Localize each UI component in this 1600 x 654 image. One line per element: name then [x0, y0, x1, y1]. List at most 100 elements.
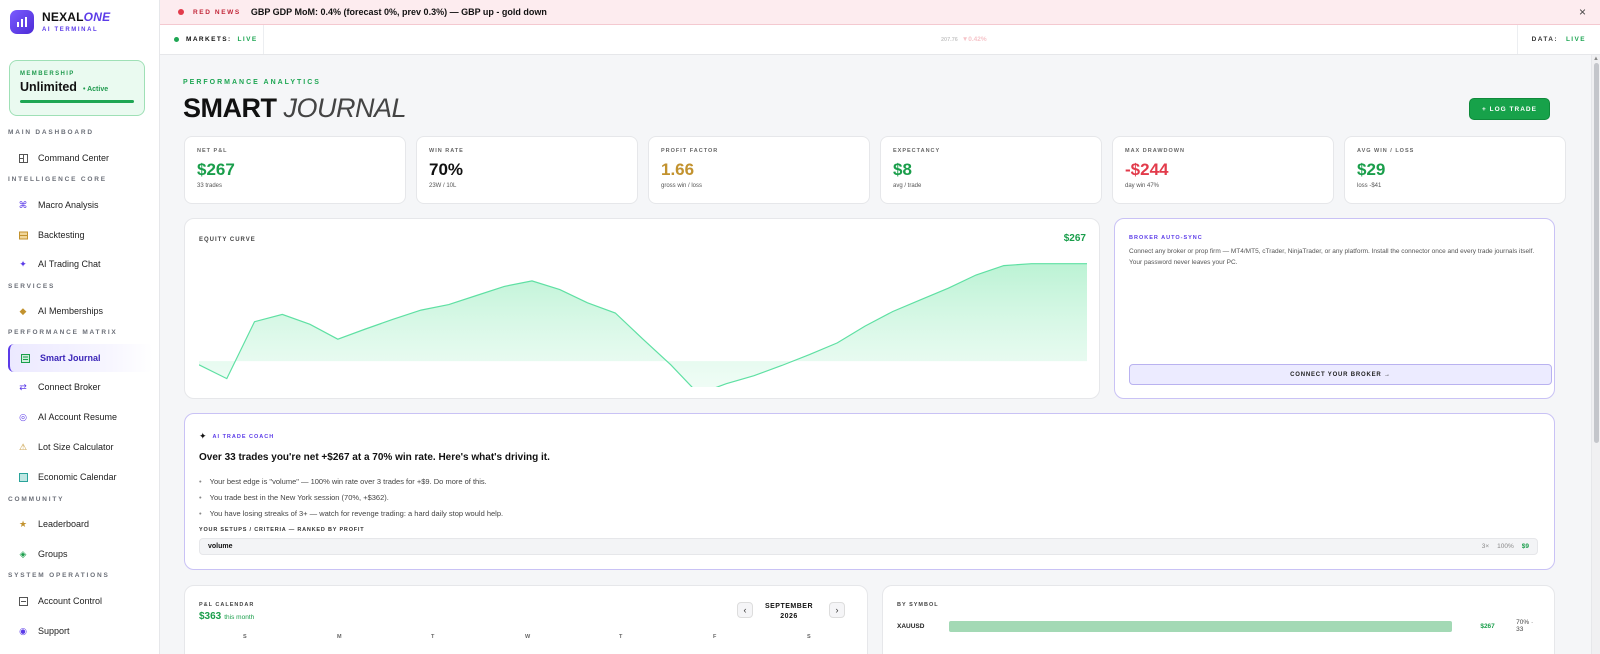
page-kicker: PERFORMANCE ANALYTICS [183, 79, 321, 86]
sidebar-item-label: Lot Size Calculator [38, 442, 114, 452]
symbol-bar-track [948, 620, 1453, 632]
equity-chart [199, 263, 1087, 387]
sidebar-item-label: Account Control [38, 596, 103, 606]
kpi-win-rate: WIN RATE 70% 23W / 10L [416, 136, 638, 204]
kpi-net-pnl: NET P&L $267 33 trades [184, 136, 406, 204]
star-icon: ★ [18, 518, 28, 529]
calendar-label: P&L CALENDAR [199, 602, 255, 608]
list-item: • You have losing streaks of 3+ — watch f… [199, 508, 504, 518]
sidebar-item-label: Economic Calendar [38, 472, 117, 482]
section-performance-matrix: PERFORMANCE MATRIX [8, 329, 118, 336]
ticker-item[interactable]: GBPUSD1.35264▲0.13% [1019, 25, 1517, 54]
sparkle-icon: ✦ [199, 431, 207, 441]
symbol-row[interactable]: XAUUSD $267 70% · 33 [897, 619, 1542, 633]
ticker-item[interactable]: 207.76 ▼0.42% [264, 25, 987, 54]
sidebar-item-groups[interactable]: ◈ Groups [8, 540, 153, 568]
by-symbol-label: BY SYMBOL [897, 602, 939, 608]
sidebar-item-label: Support [38, 626, 70, 636]
equity-area [199, 263, 1087, 387]
ticker-list: 207.76▼0.42%GBPUSD1.35264▲0.13%NZDUSD0.5… [264, 25, 1517, 54]
section-services: SERVICES [8, 283, 56, 290]
logo-subtitle: AI TERMINAL [42, 27, 99, 33]
sparkle-icon: ✦ [19, 258, 27, 269]
scrollbar-thumb[interactable] [1594, 63, 1599, 443]
equity-label: EQUITY CURVE [199, 237, 256, 243]
calendar-prev-button[interactable]: ‹ [737, 602, 753, 618]
setup-row[interactable]: volume 3× 100% $9 [199, 538, 1538, 555]
main-content: PERFORMANCE ANALYTICS SMART JOURNAL + LO… [160, 55, 1600, 654]
sidebar-item-label: Groups [38, 549, 68, 559]
settings-icon [18, 596, 28, 606]
gem-icon: ◈ [19, 548, 27, 559]
data-status: DATA: LIVE [1516, 25, 1600, 54]
sidebar-item-economic-calendar[interactable]: Economic Calendar [8, 463, 153, 491]
broker-sync-card: BROKER AUTO-SYNC Connect any broker or p… [1114, 218, 1555, 399]
membership-value: Unlimited [20, 80, 77, 94]
sidebar-item-label: Smart Journal [40, 353, 101, 363]
membership-bar [20, 100, 134, 103]
live-dot-icon [174, 37, 179, 42]
sidebar-item-support[interactable]: ◉ Support [8, 617, 153, 645]
sidebar-item-ai-trading-chat[interactable]: ✦ AI Trading Chat [8, 250, 153, 278]
news-banner: RED NEWS GBP GDP MoM: 0.4% (forecast 0%,… [160, 0, 1600, 25]
membership-label: MEMBERSHIP [20, 71, 75, 77]
news-tag: RED NEWS [193, 8, 241, 16]
command-icon: ⌘ [18, 199, 28, 210]
connect-broker-button[interactable]: CONNECT YOUR BROKER → [1129, 364, 1552, 385]
calendar-value: $363 this month [199, 611, 255, 622]
sidebar-item-backtesting[interactable]: Backtesting [8, 221, 153, 249]
broker-label: BROKER AUTO-SYNC [1129, 235, 1203, 241]
scroll-up-icon[interactable]: ▲ [1593, 56, 1599, 62]
logo-mark-icon [10, 10, 34, 34]
section-system-operations: SYSTEM OPERATIONS [8, 572, 110, 579]
sidebar-item-ai-memberships[interactable]: ◆ AI Memberships [8, 297, 153, 325]
list-item: • You trade best in the New York session … [199, 492, 389, 502]
pnl-calendar-card: P&L CALENDAR $363 this month ‹ SEPTEMBER 2… [184, 585, 868, 654]
section-main-dashboard: MAIN DASHBOARD [8, 129, 94, 136]
weekday-label: S [243, 634, 247, 640]
page-scrollbar[interactable]: ▲ [1591, 55, 1600, 654]
news-alert-dot [178, 9, 184, 15]
symbol-bar-fill [948, 620, 1453, 632]
warning-icon: ⚠ [18, 441, 28, 452]
section-intelligence-core: INTELLIGENCE CORE [8, 176, 107, 183]
logo[interactable]: NEXALONE AI TERMINAL [10, 10, 110, 34]
journal-icon [20, 353, 30, 363]
calendar-next-button[interactable]: › [829, 602, 845, 618]
sidebar-item-label: AI Account Resume [38, 412, 118, 422]
sidebar-item-leaderboard[interactable]: ★ Leaderboard [8, 510, 153, 538]
sidebar-item-label: Macro Analysis [38, 200, 99, 210]
sidebar-item-macro-analysis[interactable]: ⌘ Macro Analysis [8, 191, 153, 219]
target-icon: ◎ [19, 411, 27, 422]
market-ticker: MARKETS: LIVE 207.76▼0.42% GBPUSD1.35264▲… [160, 25, 1600, 55]
markets-status: MARKETS: LIVE [160, 25, 264, 54]
close-icon[interactable]: × [1579, 5, 1586, 19]
setups-label: YOUR SETUPS / CRITERIA — RANKED BY PROFI… [199, 527, 365, 533]
calendar-month: SEPTEMBER 2026 [764, 603, 814, 620]
sidebar: NEXALONE AI TERMINAL MEMBERSHIP Unlimite… [0, 0, 160, 654]
sidebar-item-label: AI Memberships [38, 306, 104, 316]
weekday-label: S [807, 634, 811, 640]
sidebar-item-command-center[interactable]: Command Center [8, 144, 153, 172]
calendar-icon [18, 472, 28, 482]
app-root: NEXALONE AI TERMINAL MEMBERSHIP Unlimite… [0, 0, 1600, 654]
sidebar-item-smart-journal[interactable]: Smart Journal [8, 344, 153, 372]
broker-description: Connect any broker or prop firm — MT4/MT… [1129, 248, 1535, 266]
coach-insights: • Your best edge is "volume" — 100% win r… [199, 473, 503, 521]
grid-icon [18, 153, 28, 163]
kpi-avg-win-loss: AVG WIN / LOSS $29 loss -$41 [1344, 136, 1566, 204]
news-text: GBP GDP MoM: 0.4% (forecast 0%, prev 0.3… [250, 7, 547, 17]
arrows-icon: ⇄ [19, 381, 27, 392]
sidebar-item-lot-size-calculator[interactable]: ⚠ Lot Size Calculator [8, 433, 153, 461]
weekday-label: W [525, 634, 531, 640]
sidebar-item-label: AI Trading Chat [38, 259, 101, 269]
sidebar-item-connect-broker[interactable]: ⇄ Connect Broker [8, 373, 153, 401]
weekday-label: M [337, 634, 342, 640]
ai-coach-card: ✦ AI TRADE COACH Over 33 trades you're n… [184, 413, 1555, 570]
log-trade-button[interactable]: + LOG TRADE [1469, 98, 1550, 120]
sidebar-item-account-control[interactable]: Account Control [8, 587, 153, 615]
sidebar-item-ai-account-resume[interactable]: ◎ AI Account Resume [8, 403, 153, 431]
equity-value: $267 [1063, 233, 1086, 244]
kpi-row: NET P&L $267 33 trades WIN RATE 70% 23W … [184, 136, 1566, 204]
membership-card[interactable]: MEMBERSHIP Unlimited • Active [9, 60, 145, 116]
